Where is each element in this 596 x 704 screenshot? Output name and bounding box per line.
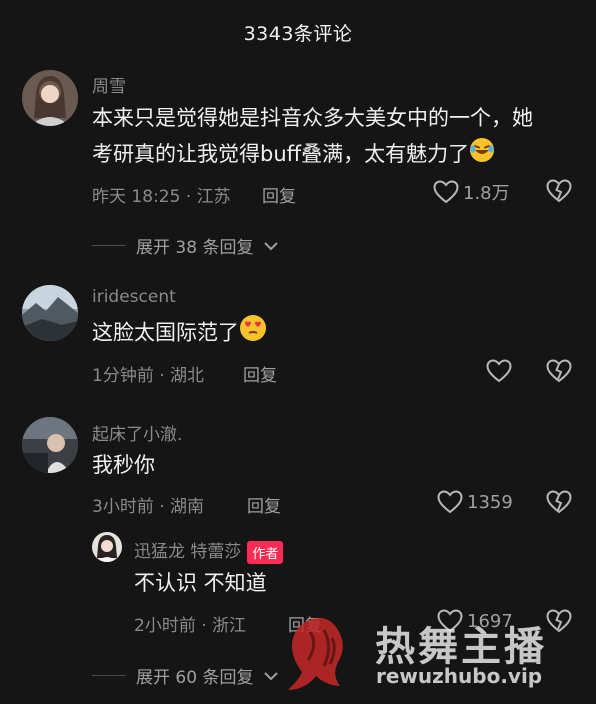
watermark-logo-icon [288,618,343,690]
reply-time-location: 2小时前 · 浙江 [134,616,247,636]
comments-count-title: 3343条评论 [243,22,353,45]
watermark-url: rewuzhubo.vip [376,664,543,688]
comment-text: 本来只是觉得她是抖音众多大美女中的一个，她 考研真的让我觉得buff叠满，太有魅… [92,100,572,174]
comment-time-location: 1分钟前 · 湖北 [92,366,205,386]
avatar[interactable] [22,285,78,341]
chevron-down-icon [264,241,279,250]
reply-button[interactable]: 回复 [262,182,296,207]
comments-header: 3343条评论 [0,0,596,64]
comment-time-location: 3小时前 · 湖南 [92,497,205,517]
avatar[interactable] [22,417,78,473]
reply-button[interactable]: 回复 [243,361,277,386]
expand-replies-button[interactable]: 展开 60 条回复 [92,663,279,688]
comment-username[interactable]: 起床了小澈. [92,420,182,445]
comment-text: 这脸太国际范了 [92,314,267,353]
heart-icon [437,490,463,514]
dislike-icon[interactable] [546,179,572,203]
like-button[interactable]: 1359 [437,490,513,514]
watermark: 热舞主播 rewuzhubo.vip [280,608,550,698]
chevron-down-icon [264,671,279,680]
comment-username[interactable]: iridescent [92,287,176,307]
heart-eyes-emoji-icon [239,314,267,353]
dislike-icon[interactable] [546,359,572,383]
heart-icon[interactable] [486,359,512,383]
author-badge: 作者 [247,540,284,564]
comment-time-location: 昨天 18:25 · 江苏 [92,187,231,207]
avatar[interactable] [22,70,78,126]
like-count: 1.8万 [463,183,510,204]
divider [92,675,126,676]
heart-icon [433,180,459,204]
comment-text: 我秒你 [92,453,155,477]
reply-text: 不认识 不知道 [134,571,267,595]
expand-replies-button[interactable]: 展开 38 条回复 [92,233,279,258]
comment-username[interactable]: 周雪 [92,72,126,97]
like-button[interactable]: 1.8万 [433,179,510,205]
reply-username[interactable]: 迅猛龙 特蕾莎 作者 [134,537,284,564]
dislike-icon[interactable] [546,490,572,514]
comment-text-line: 本来只是觉得她是抖音众多大美女中的一个，她 [92,106,533,130]
expand-replies-label: 展开 38 条回复 [136,238,254,258]
laughing-crying-emoji-icon [469,137,495,174]
like-count: 1359 [467,491,513,513]
reply-button[interactable]: 回复 [247,492,281,517]
comment-text-line-2: 考研真的让我觉得buff叠满，太有魅力了 [92,136,572,174]
expand-replies-label: 展开 60 条回复 [136,668,254,688]
avatar[interactable] [92,532,122,562]
divider [92,245,126,246]
